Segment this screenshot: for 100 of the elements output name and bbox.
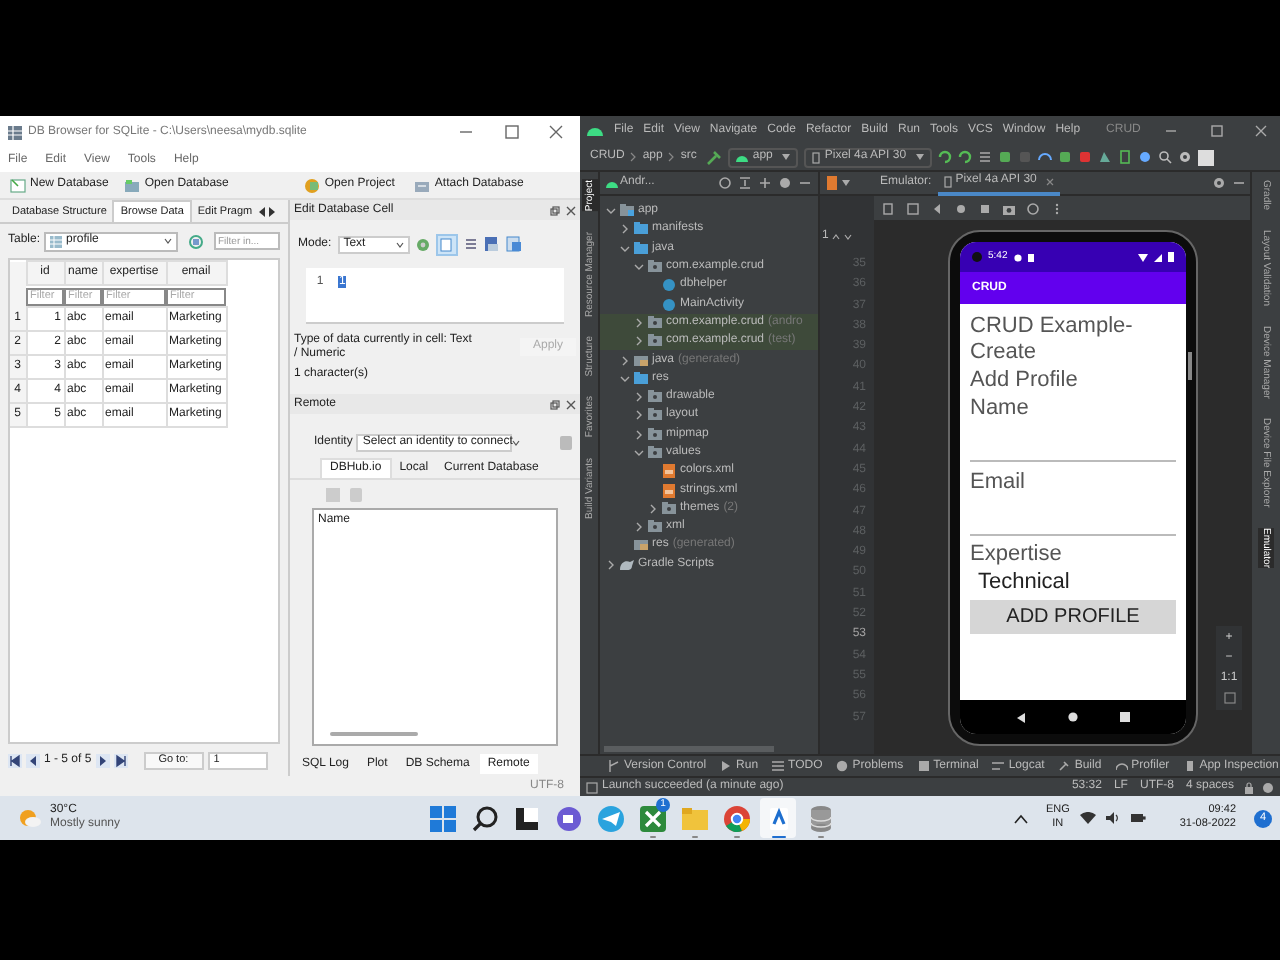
- collapsed-chevron-icon[interactable]: [634, 429, 644, 440]
- list-icon[interactable]: [978, 150, 993, 164]
- caret-icon[interactable]: [842, 180, 850, 186]
- apply-code-icon[interactable]: [958, 150, 973, 164]
- module-folder-icon: [620, 204, 634, 219]
- hammer-icon[interactable]: [706, 149, 723, 165]
- phone-icon: [943, 175, 952, 187]
- home-icon[interactable]: [1067, 712, 1078, 722]
- export-icon[interactable]: [483, 236, 500, 252]
- scroll-right-icon[interactable]: [268, 206, 277, 218]
- first-page-icon[interactable]: [8, 753, 22, 767]
- folder-icon: [634, 353, 648, 368]
- maximize-icon[interactable]: [1210, 123, 1224, 137]
- tool-icon: [1115, 760, 1128, 772]
- signal-icon: [1154, 253, 1162, 261]
- tool-icon: [917, 760, 930, 772]
- hide-icon[interactable]: [798, 176, 812, 190]
- folder-icon: [648, 334, 662, 349]
- hide-icon[interactable]: [1232, 176, 1246, 190]
- folder-icon: [648, 390, 662, 405]
- overview-icon[interactable]: [1119, 712, 1130, 722]
- elephant-icon: [620, 557, 634, 572]
- heading: CRUD Example-Create: [970, 314, 1134, 366]
- fit-screen-icon[interactable]: [1223, 692, 1235, 704]
- set-null-icon[interactable]: [505, 236, 522, 252]
- collapsed-chevron-icon[interactable]: [606, 559, 616, 570]
- project-icon: [304, 177, 321, 193]
- down-icon[interactable]: [844, 233, 853, 239]
- previous-page-icon[interactable]: [26, 753, 40, 767]
- expand-icon[interactable]: [758, 176, 772, 190]
- folder-icon: [648, 520, 662, 535]
- caret-icon: [512, 439, 521, 445]
- collapsed-chevron-icon[interactable]: [620, 355, 630, 366]
- collapsed-chevron-icon[interactable]: [634, 522, 644, 533]
- lock-icon[interactable]: [1244, 781, 1254, 793]
- close-icon[interactable]: [548, 124, 564, 140]
- open-folder-icon: [124, 177, 141, 193]
- collapsed-chevron-icon[interactable]: [620, 224, 630, 235]
- speaker-icon[interactable]: [1105, 812, 1120, 824]
- folder-icon: [662, 501, 676, 516]
- device-icon[interactable]: [1118, 150, 1133, 164]
- sim-icon: [1027, 253, 1034, 261]
- profiler-icon[interactable]: [1038, 150, 1053, 164]
- close-icon[interactable]: [1254, 123, 1268, 137]
- paper-plane-icon: [593, 801, 627, 835]
- collapsed-chevron-icon[interactable]: [634, 317, 644, 328]
- back-icon[interactable]: [1016, 711, 1027, 723]
- xml-file-icon[interactable]: [826, 176, 838, 190]
- more-icon[interactable]: [1050, 201, 1064, 215]
- tool-icon: [608, 760, 620, 772]
- windows-icon: [425, 801, 459, 835]
- expanded-chevron-icon[interactable]: [620, 373, 630, 384]
- auto-format-icon[interactable]: [415, 237, 430, 251]
- chevron-up-icon[interactable]: [1013, 813, 1028, 823]
- tool-icon: [1058, 760, 1071, 772]
- close-icon[interactable]: [566, 205, 576, 215]
- apply-changes-icon[interactable]: [938, 150, 953, 164]
- collapsed-chevron-icon[interactable]: [634, 392, 644, 403]
- scrollbar[interactable]: [1188, 352, 1192, 380]
- browser-icon: [719, 801, 753, 835]
- up-icon[interactable]: [832, 233, 841, 239]
- folder-icon: [634, 222, 648, 237]
- collapsed-chevron-icon[interactable]: [648, 503, 658, 514]
- tool-icon: [772, 760, 785, 772]
- folder-icon: [648, 446, 662, 460]
- android-logo-icon: [586, 124, 604, 136]
- last-page-icon[interactable]: [113, 753, 128, 767]
- maximize-icon[interactable]: [504, 124, 520, 140]
- chat-icon: [551, 801, 585, 835]
- next-page-icon[interactable]: [95, 753, 110, 767]
- folder-icon: [634, 241, 648, 256]
- collapsed-chevron-icon[interactable]: [634, 336, 644, 347]
- expanded-chevron-icon[interactable]: [620, 243, 630, 254]
- search-icon[interactable]: [1158, 150, 1173, 164]
- tool-icon: [836, 760, 849, 772]
- expanded-chevron-icon[interactable]: [634, 262, 644, 273]
- close-icon[interactable]: [566, 399, 576, 409]
- collapsed-chevron-icon[interactable]: [634, 410, 644, 421]
- target-icon[interactable]: [718, 176, 732, 190]
- import-icon[interactable]: [463, 237, 478, 251]
- camera-icon[interactable]: [1002, 201, 1016, 215]
- wifi-icon[interactable]: [1079, 812, 1096, 824]
- tool-icon: [992, 760, 1005, 772]
- scrollbar[interactable]: [330, 732, 418, 736]
- camera-hole-icon: [972, 252, 982, 262]
- table-icon: [50, 235, 63, 247]
- float-icon[interactable]: [550, 399, 560, 409]
- collapse-icon[interactable]: [738, 176, 752, 190]
- folder-icon: [648, 427, 662, 442]
- status-icon[interactable]: [586, 781, 598, 793]
- float-icon[interactable]: [550, 205, 560, 215]
- expanded-chevron-icon[interactable]: [634, 448, 644, 458]
- battery-icon[interactable]: [1129, 812, 1146, 824]
- expanded-chevron-icon[interactable]: [606, 206, 616, 217]
- close-icon[interactable]: [1046, 177, 1055, 185]
- sun-cloud-icon: [18, 808, 42, 828]
- add-profile-button[interactable]: ADD PROFILE: [970, 600, 1176, 634]
- app-icon: [8, 125, 22, 139]
- selected-value[interactable]: Technical: [970, 570, 1176, 596]
- phone-icon: [812, 151, 821, 163]
